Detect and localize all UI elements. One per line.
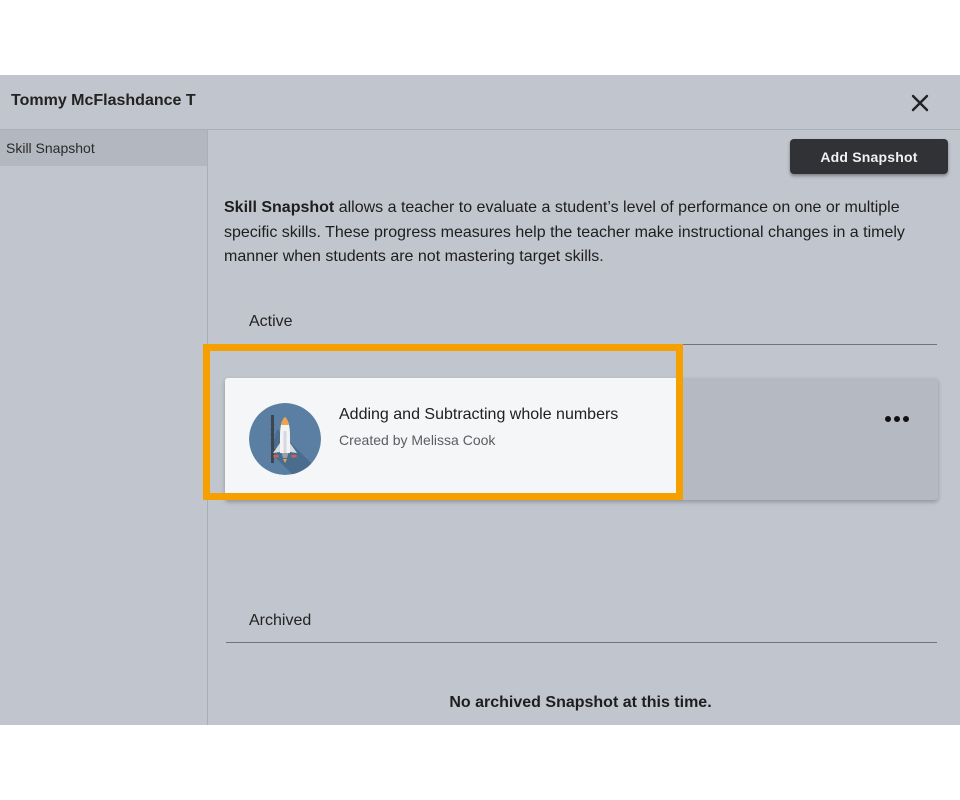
modal-header: Tommy McFlashdance T [0, 75, 960, 130]
snapshot-card[interactable]: Adding and Subtracting whole numbers Cre… [225, 378, 938, 500]
sidebar: Skill Snapshot [0, 130, 208, 725]
snapshot-title: Adding and Subtracting whole numbers [339, 406, 619, 423]
sidebar-item-skill-snapshot[interactable]: Skill Snapshot [0, 130, 207, 166]
skill-snapshot-modal: Tommy McFlashdance T Skill Snapshot Add … [0, 75, 960, 725]
archived-section-label: Archived [249, 612, 312, 629]
more-options-icon [885, 416, 909, 422]
main-content: Add Snapshot Skill Snapshot allows a tea… [209, 130, 960, 725]
archived-empty-message: No archived Snapshot at this time. [449, 694, 712, 711]
description-lead: Skill Snapshot [224, 199, 335, 216]
active-divider [226, 344, 937, 345]
description: Skill Snapshot allows a teacher to evalu… [224, 196, 924, 270]
rocket-icon [249, 403, 321, 475]
snapshot-avatar [249, 403, 321, 475]
more-options-button[interactable] [879, 405, 915, 433]
active-section-label: Active [249, 313, 293, 330]
student-name: Tommy McFlashdance T [11, 92, 196, 109]
archived-divider [226, 642, 937, 643]
snapshot-author: Created by Melissa Cook [339, 432, 496, 448]
add-snapshot-button[interactable]: Add Snapshot [790, 139, 948, 174]
close-button[interactable] [906, 89, 934, 117]
sidebar-item-label: Skill Snapshot [6, 140, 95, 156]
close-icon [911, 94, 929, 112]
